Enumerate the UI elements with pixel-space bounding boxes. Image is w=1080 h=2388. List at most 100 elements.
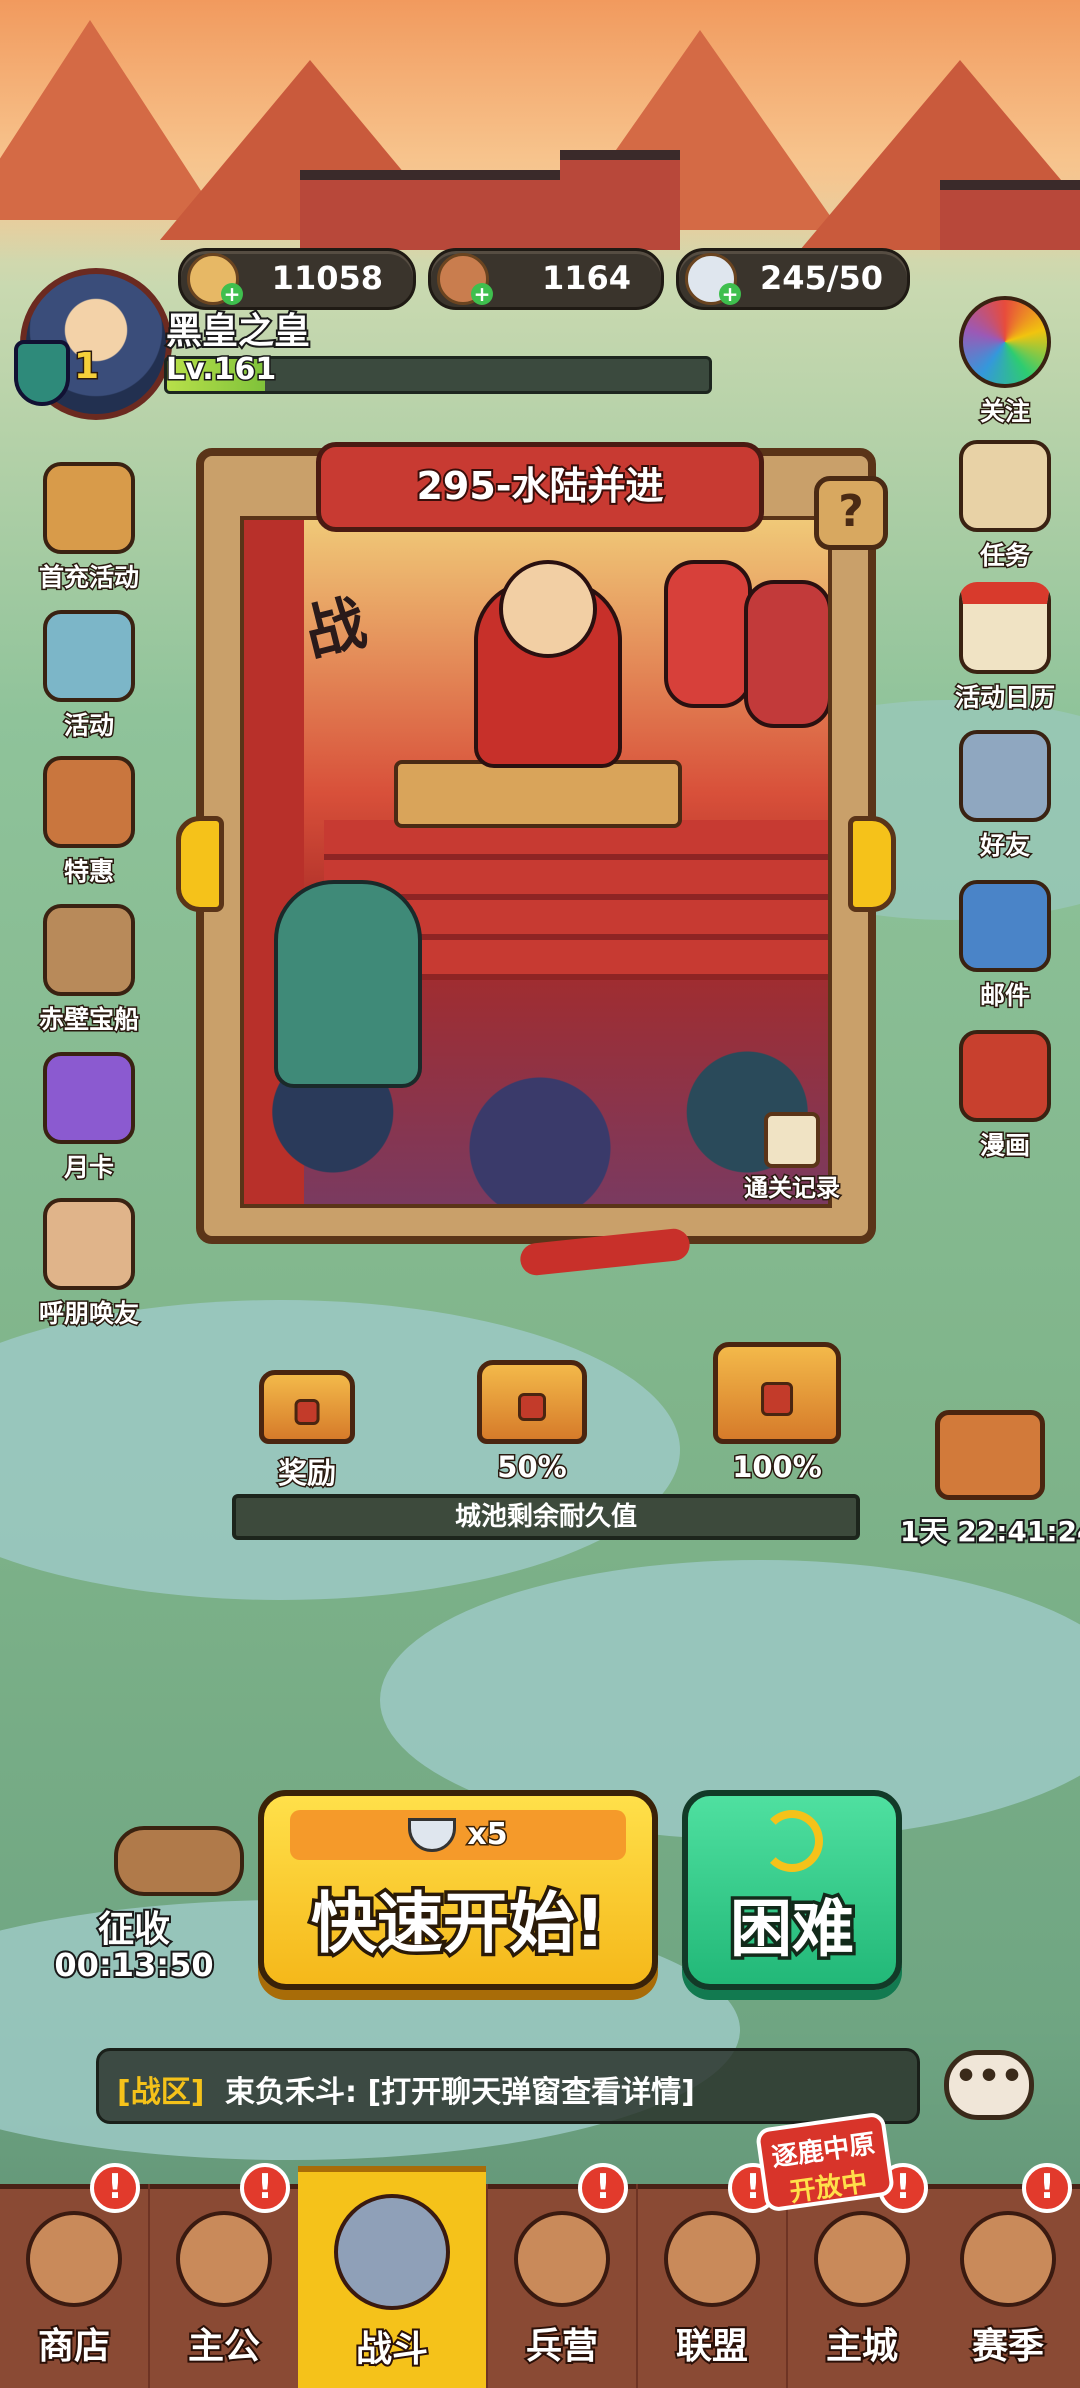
- side-follow[interactable]: 关注: [940, 296, 1070, 428]
- banner-flag-icon: [664, 2211, 760, 2307]
- reward-chest-50[interactable]: 50%: [472, 1360, 592, 1486]
- stage-advisor: [274, 880, 422, 1088]
- player-level: Lv.161: [164, 351, 277, 389]
- side-event-calendar[interactable]: 活动日历: [940, 582, 1070, 714]
- tab-label: 战斗: [354, 2327, 430, 2372]
- side-label: 活动: [62, 710, 115, 742]
- clear-record-label: 通关记录: [743, 1173, 842, 1204]
- add-rice-icon[interactable]: +: [719, 283, 741, 305]
- tab-battle[interactable]: 战斗: [298, 2166, 486, 2388]
- prev-stage-arrow-icon[interactable]: [176, 816, 224, 912]
- durability-bar: 城池剩余耐久值: [232, 1494, 860, 1540]
- tab-label: 兵营: [524, 2324, 600, 2369]
- hard-mode-label: 困难: [726, 1889, 857, 1969]
- side-first-recharge[interactable]: 首充活动: [24, 462, 154, 594]
- quick-start-button[interactable]: x5 快速开始!: [258, 1790, 658, 1990]
- collect-label: 征收: [96, 1907, 172, 1952]
- stage-officer: [664, 560, 752, 708]
- chat-bar[interactable]: [战区] 束负禾斗: [打开聊天弹窗查看详情]: [96, 2048, 920, 2124]
- rice-resource[interactable]: + 245/50: [676, 248, 910, 310]
- weapons-icon: [514, 2211, 610, 2307]
- rice-bowl-icon: [408, 1818, 457, 1852]
- side-mail[interactable]: 邮件: [940, 880, 1070, 1012]
- ship-icon: [43, 904, 135, 996]
- dragon-icon: [960, 2211, 1056, 2307]
- side-label: 任务: [978, 540, 1031, 572]
- chat-bubble-icon[interactable]: •••: [944, 2050, 1034, 2120]
- tab-label: 商店: [36, 2324, 112, 2369]
- side-activity[interactable]: 活动: [24, 610, 154, 742]
- chest-label: 奖励: [276, 1455, 337, 1492]
- quick-start-label: 快速开始!: [307, 1882, 608, 1966]
- rice-value: 245/50: [759, 259, 883, 297]
- side-tasks[interactable]: 任务: [940, 440, 1070, 572]
- side-label: 漫画: [978, 1130, 1031, 1162]
- collect-timer: 00:13:50: [52, 1944, 215, 1986]
- rank-shield-icon: [14, 340, 70, 406]
- handshake-icon: [959, 730, 1051, 822]
- horse-cart-icon: [114, 1826, 244, 1896]
- stage-illustration[interactable]: 战: [240, 516, 832, 1208]
- timed-chest[interactable]: 1天 22:41:24: [898, 1410, 1080, 1550]
- reward-chest-100[interactable]: 100%: [712, 1342, 842, 1486]
- stage-scroll[interactable]: 战 295-水陆并进 ? 通关记录: [176, 442, 896, 1244]
- side-monthly-card[interactable]: 月卡: [24, 1052, 154, 1184]
- side-label: 特惠: [62, 856, 115, 888]
- scroll-record-icon: [764, 1112, 820, 1168]
- side-comic[interactable]: 漫画: [940, 1030, 1070, 1162]
- event-open-badge[interactable]: 逐鹿中原 开放中: [754, 2111, 896, 2213]
- chest-icon: [713, 1342, 841, 1444]
- clear-record-button[interactable]: 通关记录: [732, 1112, 852, 1204]
- side-invite-friends[interactable]: 呼朋唤友: [24, 1198, 154, 1330]
- durability-label: 城池剩余耐久值: [454, 1502, 637, 1532]
- stage-help-icon[interactable]: ?: [814, 476, 888, 550]
- side-label: 月卡: [62, 1152, 115, 1184]
- next-stage-arrow-icon[interactable]: [848, 816, 896, 912]
- tab-barracks[interactable]: 兵营 !: [488, 2163, 636, 2388]
- gold-resource[interactable]: + 11058: [178, 248, 416, 310]
- player-name: 黑皇之皇: [164, 309, 312, 354]
- helmet-icon: [176, 2211, 272, 2307]
- side-label: 好友: [978, 830, 1031, 862]
- side-treasure-ship[interactable]: 赤壁宝船: [24, 904, 154, 1036]
- friend-hero-icon: [43, 1198, 135, 1290]
- calendar-icon: [959, 582, 1051, 674]
- chat-channel: [战区]: [117, 2075, 205, 2110]
- tab-label: 赛季: [970, 2324, 1046, 2369]
- side-label: 呼朋唤友: [37, 1298, 140, 1330]
- tab-main-city[interactable]: 主城 !: [788, 2163, 936, 2388]
- gold-value: 11058: [271, 259, 383, 297]
- tab-label: 主公: [186, 2324, 262, 2369]
- city-map-icon: [814, 2211, 910, 2307]
- gift-box-icon: [43, 610, 135, 702]
- alert-icon: !: [1022, 2163, 1072, 2213]
- alert-icon: !: [240, 2163, 290, 2213]
- treasure-bag-icon: [43, 462, 135, 554]
- side-label: 首充活动: [37, 562, 140, 594]
- timed-chest-timer: 1天 22:41:24: [898, 1513, 1080, 1550]
- hard-mode-button[interactable]: 困难: [682, 1790, 902, 1990]
- alert-icon: !: [90, 2163, 140, 2213]
- tab-shop[interactable]: 商店 !: [0, 2163, 148, 2388]
- quick-cost: x5: [466, 1816, 509, 1854]
- refresh-icon: [761, 1810, 823, 1872]
- stage-title-banner: 295-水陆并进: [316, 442, 764, 532]
- temple: [560, 150, 680, 250]
- scene-battle-glyph: 战: [297, 587, 373, 671]
- chest-label: 50%: [496, 1449, 568, 1486]
- follow-ring-icon: [959, 296, 1051, 388]
- rank-badge: 1: [72, 345, 100, 389]
- side-special-offer[interactable]: 特惠: [24, 756, 154, 888]
- coin-resource[interactable]: + 1164: [428, 248, 664, 310]
- tab-alliance[interactable]: 联盟 !: [638, 2163, 786, 2388]
- side-label: 赤壁宝船: [37, 1004, 140, 1036]
- coin-value: 1164: [541, 259, 631, 297]
- tab-season[interactable]: 赛季 !: [936, 2163, 1080, 2388]
- side-friends[interactable]: 好友: [940, 730, 1070, 862]
- reward-chest-base[interactable]: 奖励: [252, 1370, 362, 1492]
- tab-lord[interactable]: 主公 !: [150, 2163, 298, 2388]
- stage-table: [394, 760, 682, 828]
- chat-message: 束负禾斗: [打开聊天弹窗查看详情]: [225, 2075, 695, 2110]
- add-coin-icon[interactable]: +: [471, 283, 493, 305]
- side-label: 关注: [978, 396, 1031, 428]
